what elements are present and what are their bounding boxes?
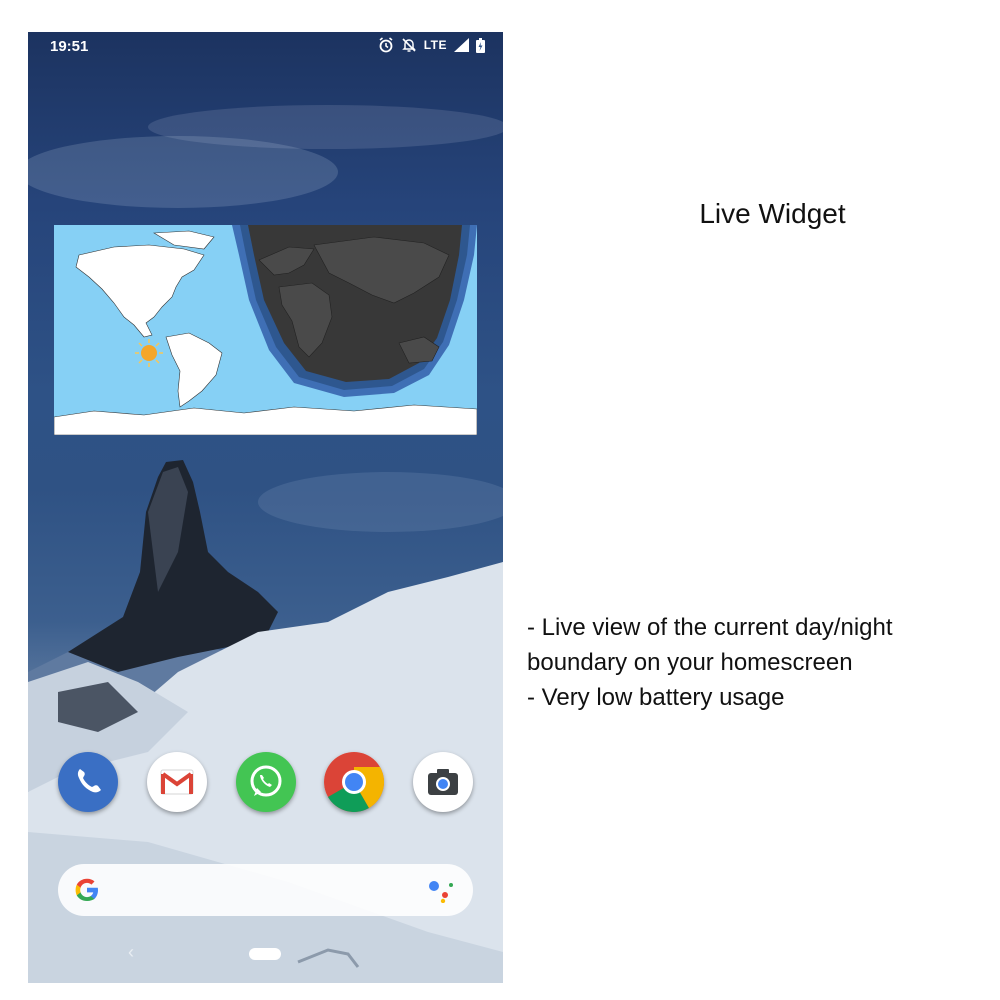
camera-icon bbox=[428, 769, 458, 795]
feature-list: - Live view of the current day/night bou… bbox=[527, 610, 987, 715]
assistant-icon[interactable] bbox=[427, 877, 455, 908]
chrome-icon bbox=[324, 752, 384, 812]
chrome-app[interactable] bbox=[324, 752, 384, 812]
whatsapp-app[interactable] bbox=[236, 752, 296, 812]
feature-line: - Live view of the current day/night bbox=[527, 614, 893, 641]
signal-icon bbox=[454, 38, 469, 52]
battery-charging-icon bbox=[476, 37, 485, 53]
status-time: 19:51 bbox=[50, 38, 89, 55]
phone-icon bbox=[77, 769, 101, 793]
google-g-icon[interactable] bbox=[72, 875, 102, 910]
wallpaper-image bbox=[28, 105, 503, 983]
day-night-map-widget[interactable] bbox=[54, 225, 477, 435]
gmail-app[interactable] bbox=[147, 752, 207, 812]
home-pill-button[interactable] bbox=[249, 948, 281, 960]
status-bar: 19:51 LTE bbox=[28, 32, 503, 62]
phone-app[interactable] bbox=[58, 752, 118, 812]
promo-heading: Live Widget bbox=[699, 198, 846, 229]
gmail-icon bbox=[160, 769, 194, 795]
back-button[interactable]: ‹ bbox=[128, 942, 134, 963]
phone-screen: 19:51 LTE ‹ bbox=[28, 32, 503, 983]
app-dock bbox=[28, 752, 503, 814]
google-search-bar[interactable] bbox=[58, 864, 473, 916]
status-icons: LTE bbox=[378, 37, 485, 53]
camera-app[interactable] bbox=[413, 752, 473, 812]
alarm-icon bbox=[378, 37, 394, 53]
notifications-off-icon bbox=[401, 37, 417, 53]
network-type: LTE bbox=[423, 38, 447, 52]
feature-line: boundary on your homescreen bbox=[527, 649, 853, 676]
world-map bbox=[54, 225, 477, 435]
feature-line: - Very low battery usage bbox=[527, 684, 785, 711]
whatsapp-icon bbox=[250, 765, 282, 797]
